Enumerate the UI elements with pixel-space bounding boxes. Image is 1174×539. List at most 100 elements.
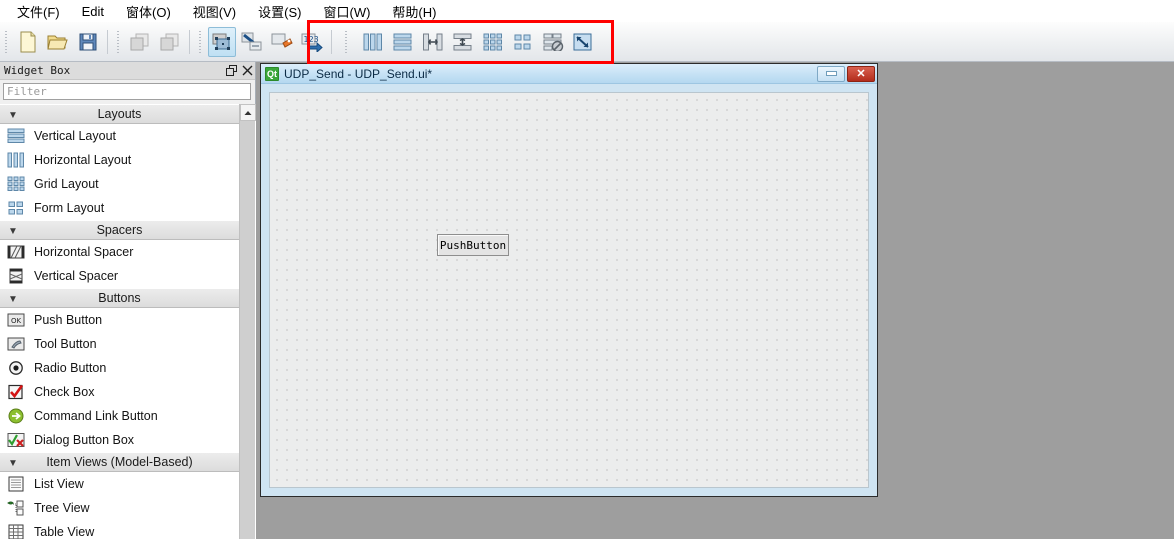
menu-item-edit[interactable]: Edit [71,2,115,21]
category-label: Layouts [97,107,142,121]
widget-item-vertical-layout[interactable]: Vertical Layout [0,124,239,148]
widget-item-form-layout[interactable]: Form Layout [0,196,239,220]
widget-item-tree-view[interactable]: Tree View [0,496,239,520]
push-button-widget[interactable]: PushButton [437,234,509,256]
widget-item-label: Radio Button [34,361,107,375]
edit-tab-order-icon[interactable]: 123 [298,27,326,57]
widget-item-label: Push Button [34,313,103,327]
dialog-button-box-icon [6,430,26,450]
widget-item-radio-button[interactable]: Radio Button [0,356,239,380]
widget-item-label: Command Link Button [34,409,158,423]
widget-item-label: Tool Button [34,337,97,351]
widget-item-label: Horizontal Spacer [34,245,134,259]
form-window-title: UDP_Send - UDP_Send.ui* [284,66,433,81]
widget-item-horizontal-spacer[interactable]: Horizontal Spacer [0,240,239,264]
scroll-up-arrow-icon[interactable] [240,104,256,121]
mdi-area: Qt UDP_Send - UDP_Send.ui* ✕ PushButton [257,62,1174,539]
form-window-body: PushButton [261,84,877,496]
widget-item-tool-button[interactable]: Tool Button [0,332,239,356]
widget-category-buttons[interactable]: ▼ Buttons [0,288,239,308]
widget-item-label: Tree View [34,501,90,515]
toolbar-separator [189,29,190,54]
toolbar-group-layout [340,22,598,62]
widget-item-vertical-spacer[interactable]: Vertical Spacer [0,264,239,288]
toolbar-gripper[interactable] [115,28,122,55]
widget-item-check-box[interactable]: Check Box [0,380,239,404]
new-form-icon[interactable] [14,27,42,57]
toolbar-gripper[interactable] [3,28,10,55]
layout-form-icon[interactable] [509,27,537,57]
widget-item-push-button[interactable]: OK Push Button [0,308,239,332]
form-window-titlebar[interactable]: Qt UDP_Send - UDP_Send.ui* ✕ [261,64,877,84]
widget-box-filter-wrap [0,80,255,102]
widget-category-item-views[interactable]: ▼ Item Views (Model-Based) [0,452,239,472]
svg-text:OK: OK [11,317,22,325]
widget-item-grid-layout[interactable]: Grid Layout [0,172,239,196]
menu-item-help[interactable]: 帮助(H) [381,0,447,23]
layout-vertically-icon[interactable] [389,27,417,57]
toolbar: 123 [0,22,1174,62]
toolbar-group-edit [112,22,185,62]
horizontal-spacer-icon [6,242,26,262]
break-layout-icon[interactable] [539,27,567,57]
widget-category-spacers[interactable]: ▼ Spacers [0,220,239,240]
layout-horizontal-splitter-icon[interactable] [419,27,447,57]
menu-item-file[interactable]: 文件(F) [6,0,71,23]
toolbar-group-modes: 123 [194,22,327,62]
command-link-button-icon [6,406,26,426]
form-canvas[interactable]: PushButton [269,92,869,488]
close-button[interactable]: ✕ [847,65,875,82]
chevron-down-icon: ▼ [8,109,18,121]
widget-item-label: Grid Layout [34,177,99,191]
minimize-icon [825,71,837,76]
vertical-layout-icon [6,126,26,146]
menu-item-view[interactable]: 视图(V) [182,0,247,23]
layout-grid-icon[interactable] [479,27,507,57]
undo-icon[interactable] [126,27,154,57]
layout-horizontally-icon[interactable] [359,27,387,57]
widget-item-label: Dialog Button Box [34,433,135,447]
widget-item-label: Table View [34,525,95,539]
widget-category-layouts[interactable]: ▼ Layouts [0,104,239,124]
filter-input[interactable] [3,83,251,100]
list-view-icon [6,474,26,494]
toolbar-gripper[interactable] [197,28,204,55]
widget-item-table-view[interactable]: Table View [0,520,239,539]
chevron-down-icon: ▼ [8,225,18,237]
tool-button-icon [6,334,26,354]
redo-icon[interactable] [156,27,184,57]
widget-box-dock: Widget Box ▼ Layouts [0,62,256,539]
vertical-spacer-icon [6,266,26,286]
qt-icon: Qt [265,66,279,81]
widget-box-scrollbar[interactable] [239,104,256,539]
edit-buddies-icon[interactable] [268,27,296,57]
svg-text:123: 123 [304,35,319,44]
save-form-icon[interactable] [74,27,102,57]
widget-item-horizontal-layout[interactable]: Horizontal Layout [0,148,239,172]
adjust-size-icon[interactable] [569,27,597,57]
edit-widgets-icon[interactable] [208,26,236,57]
menu-item-window[interactable]: 窗口(W) [312,0,381,23]
widget-box-list: ▼ Layouts Vertical Layout Horizontal Lay… [0,104,256,539]
widget-box-title: Widget Box [4,64,71,77]
form-window[interactable]: Qt UDP_Send - UDP_Send.ui* ✕ PushButton [260,63,878,497]
widget-item-dialog-button-box[interactable]: Dialog Button Box [0,428,239,452]
undock-icon[interactable] [223,63,239,79]
chevron-down-icon: ▼ [8,457,18,469]
menu-item-settings[interactable]: 设置(S) [247,0,312,23]
tree-view-icon [6,498,26,518]
minimize-button[interactable] [817,65,845,82]
menu-item-form[interactable]: 窗体(O) [115,0,182,23]
widget-item-label: Vertical Layout [34,129,116,143]
edit-signals-slots-icon[interactable] [238,27,266,57]
widget-item-list-view[interactable]: List View [0,472,239,496]
toolbar-gripper[interactable] [343,28,350,55]
toolbar-separator [107,29,108,54]
close-icon[interactable] [239,63,255,79]
open-form-icon[interactable] [44,27,72,57]
widget-item-command-link-button[interactable]: Command Link Button [0,404,239,428]
check-box-icon [6,382,26,402]
layout-vertical-splitter-icon[interactable] [449,27,477,57]
category-label: Buttons [98,291,141,305]
widget-item-label: List View [34,477,84,491]
